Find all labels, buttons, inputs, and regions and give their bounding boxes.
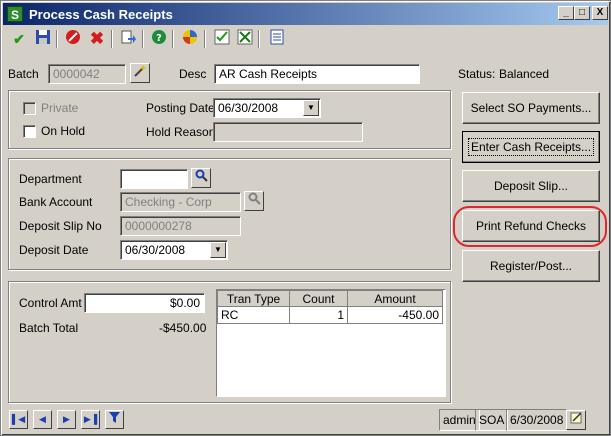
notepad-button[interactable] (566, 410, 586, 430)
tran-type-grid[interactable]: Tran Type Count Amount RC 1 -450.00 (216, 289, 446, 397)
magnifier-icon (248, 192, 261, 208)
batch-lookup-button[interactable] (130, 63, 150, 83)
toolbar-separator (172, 30, 174, 48)
status-date: 6/30/2008 (506, 409, 568, 431)
toolbar: ✔ ✖ ? (5, 27, 605, 51)
department-label: Department (19, 172, 82, 186)
first-record-button[interactable]: ▌◀ (9, 410, 28, 429)
posting-date-dropdown-button[interactable]: ▼ (303, 100, 319, 116)
batch-label: Batch (8, 67, 39, 81)
department-lookup-button[interactable] (191, 168, 211, 188)
last-record-button[interactable]: ▶▐ (81, 410, 100, 429)
svg-text:?: ? (156, 33, 162, 44)
title-bar: S Process Cash Receipts _ □ X (3, 3, 608, 25)
status-value: Balanced (499, 67, 550, 81)
refund-checks-highlight (453, 206, 607, 247)
save-icon[interactable] (33, 29, 53, 49)
previous-record-button[interactable]: ◀ (33, 410, 52, 429)
grid-header-tran-type[interactable]: Tran Type (217, 290, 290, 307)
control-amt-label: Control Amt (19, 296, 82, 310)
deposit-slip-button[interactable]: Deposit Slip... (462, 170, 600, 202)
batch-field[interactable]: 0000042 (48, 64, 126, 84)
maximize-button[interactable]: □ (574, 6, 590, 20)
next-record-button[interactable]: ▶ (57, 410, 76, 429)
private-label: Private (41, 101, 79, 115)
user-defined-icon[interactable] (235, 29, 255, 49)
delete-icon[interactable] (63, 29, 83, 49)
register-post-label: Register/Post... (489, 259, 573, 273)
grid-header-count[interactable]: Count (289, 290, 348, 307)
process-cash-receipts-window: S Process Cash Receipts _ □ X ✔ ✖ ? Batc… (0, 0, 611, 436)
status-company: SOA (475, 409, 509, 431)
hold-reason-field[interactable] (213, 122, 363, 142)
sage-app-icon: S (7, 6, 23, 22)
bank-account-label: Bank Account (19, 195, 93, 209)
magnifier-icon (195, 169, 208, 185)
grid-cell-tran-type[interactable]: RC (217, 306, 290, 324)
toolbar-separator (204, 30, 206, 48)
on-hold-label: On Hold (41, 124, 86, 138)
table-row[interactable]: RC 1 -450.00 (217, 306, 443, 324)
desc-label: Desc (179, 67, 207, 81)
next-record-icon: ▶ (63, 414, 70, 424)
cancel-icon[interactable]: ✖ (87, 29, 107, 49)
help-icon[interactable]: ? (149, 29, 169, 49)
status-label: Status: (458, 67, 496, 81)
last-record-icon: ▶▐ (83, 414, 98, 424)
deposit-slip-no-label: Deposit Slip No (19, 219, 102, 233)
close-window-button[interactable]: X (592, 6, 608, 20)
enter-cash-receipts-button[interactable]: Enter Cash Receipts... (462, 131, 600, 163)
batch-total-label: Batch Total (19, 321, 79, 335)
register-post-button[interactable]: Register/Post... (462, 250, 600, 282)
enter-cash-receipts-label: Enter Cash Receipts... (467, 138, 595, 156)
posting-date-label: Posting Date (146, 101, 215, 115)
export-icon[interactable] (118, 29, 138, 49)
options-icon[interactable] (180, 29, 200, 49)
notes-icon[interactable] (267, 29, 287, 49)
bank-account-field[interactable]: Checking - Corp (120, 192, 241, 212)
private-checkbox[interactable] (23, 102, 36, 115)
previous-record-icon: ◀ (39, 414, 46, 424)
grid-cell-count[interactable]: 1 (289, 306, 348, 324)
window-title: Process Cash Receipts (29, 7, 173, 22)
deposit-slip-label: Deposit Slip... (493, 179, 569, 193)
bank-account-lookup-button[interactable] (244, 191, 264, 211)
filter-button[interactable] (105, 410, 124, 429)
on-hold-checkbox[interactable] (23, 125, 36, 138)
desc-field[interactable]: AR Cash Receipts (214, 64, 420, 84)
control-amt-field[interactable]: $0.00 (84, 293, 205, 313)
minimize-button[interactable]: _ (558, 6, 574, 20)
grid-header-amount[interactable]: Amount (347, 290, 443, 307)
deposit-date-label: Deposit Date (19, 243, 89, 257)
toolbar-separator (258, 30, 260, 48)
select-so-payments-button[interactable]: Select SO Payments... (462, 92, 600, 124)
toolbar-separator (142, 30, 144, 48)
first-record-icon: ▌◀ (11, 414, 26, 424)
status-user: admin (439, 409, 480, 431)
toolbar-separator (56, 30, 58, 48)
batch-total-value: -$450.00 (159, 321, 207, 335)
toolbar-separator (111, 30, 113, 48)
notepad-icon (570, 412, 583, 427)
customizer-icon[interactable] (212, 29, 232, 49)
status-bar: ▌◀ ◀ ▶ ▶▐ admin SOA 6/30/2008 (1, 406, 611, 436)
filter-icon (108, 412, 121, 426)
department-field[interactable] (120, 169, 188, 189)
select-so-payments-label: Select SO Payments... (470, 101, 592, 115)
wand-icon (133, 65, 147, 81)
deposit-slip-no-field[interactable]: 0000000278 (120, 216, 241, 236)
accept-icon[interactable]: ✔ (9, 29, 29, 49)
deposit-date-dropdown-button[interactable]: ▼ (210, 242, 226, 258)
grid-cell-amount[interactable]: -450.00 (347, 306, 443, 324)
hold-reason-label: Hold Reason (146, 125, 216, 139)
